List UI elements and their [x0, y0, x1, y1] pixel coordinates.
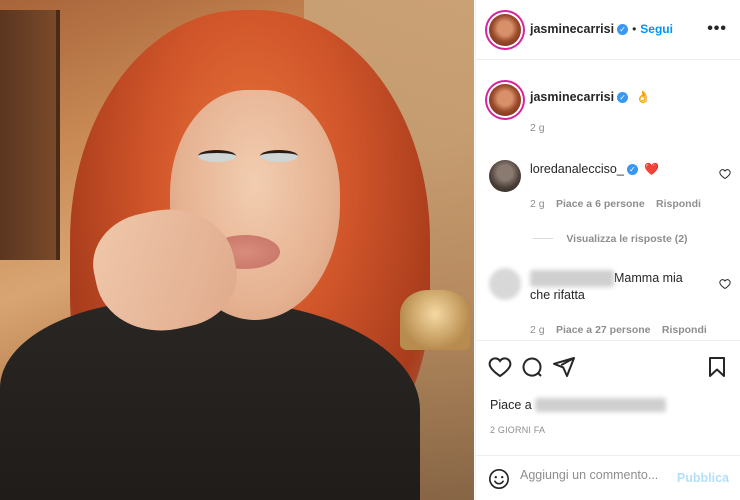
- replies-divider: [533, 238, 553, 240]
- commenter-avatar[interactable]: [489, 160, 521, 192]
- reply-button[interactable]: Rispondi: [656, 198, 701, 210]
- caption-time: 2 g: [530, 122, 545, 134]
- likes-summary: Piace a xxxxxxxxxxxxxxxxxxxxx: [490, 398, 667, 412]
- author-avatar[interactable]: [489, 14, 521, 46]
- comment-likes[interactable]: Piace a 27 persone: [556, 324, 651, 336]
- comment-item: xxxxxxxxxxxxxxMamma mia che rifatta 2 g …: [476, 262, 740, 340]
- separator-dot: •: [632, 22, 637, 36]
- caption: jasminecarrisi ✓ 👌 2 g: [476, 78, 740, 138]
- post-timestamp: 2 GIORNI FA: [490, 425, 546, 435]
- photo-right-eye: [260, 150, 298, 162]
- author-username[interactable]: jasminecarrisi: [530, 22, 614, 36]
- comment-time: 2 g: [530, 324, 545, 336]
- comment-meta: 2 g Piace a 27 persone Rispondi: [530, 322, 707, 336]
- post-actions: Piace a xxxxxxxxxxxxxxxxxxxxx 2 GIORNI F…: [476, 340, 740, 435]
- caption-text: 👌: [635, 90, 651, 104]
- like-heart-icon[interactable]: [488, 355, 512, 379]
- caption-line: jasminecarrisi ✓ 👌: [530, 90, 650, 104]
- like-comment-heart-icon[interactable]: [719, 278, 731, 290]
- comment-line: loredanalecciso_ ✓ ❤️: [530, 162, 659, 176]
- follow-button[interactable]: Segui: [640, 22, 673, 36]
- verified-icon: ✓: [617, 92, 629, 104]
- view-replies[interactable]: Visualizza le risposte (2): [533, 231, 688, 245]
- comment-composer: Pubblica: [476, 455, 740, 500]
- post-photo[interactable]: [0, 0, 474, 500]
- likes-prefix: Piace a: [490, 398, 532, 412]
- comment-line: xxxxxxxxxxxxxxMamma mia che rifatta: [530, 270, 700, 304]
- like-comment-heart-icon[interactable]: [719, 168, 731, 180]
- comment-likes[interactable]: Piace a 6 persone: [556, 198, 645, 210]
- comment-bubble-icon[interactable]: [520, 355, 544, 379]
- caption-avatar[interactable]: [489, 84, 521, 116]
- post-header: jasminecarrisi ✓ • Segui •••: [476, 0, 740, 60]
- likers-blurred[interactable]: xxxxxxxxxxxxxxxxxxxxx: [535, 398, 667, 412]
- comment-username-blurred[interactable]: xxxxxxxxxxxxxx: [530, 270, 614, 287]
- verified-icon: ✓: [626, 164, 638, 176]
- reply-button[interactable]: Rispondi: [662, 324, 707, 336]
- photo-left-eye: [198, 150, 236, 162]
- commenter-avatar[interactable]: [489, 268, 521, 300]
- save-bookmark-icon[interactable]: [705, 355, 729, 379]
- verified-icon: ✓: [617, 24, 629, 36]
- share-paper-plane-icon[interactable]: [552, 355, 576, 379]
- photo-lamp: [400, 290, 470, 350]
- comment-input[interactable]: [520, 468, 680, 482]
- comment-item: loredanalecciso_ ✓ ❤️ 2 g Piace a 6 perso…: [476, 156, 740, 251]
- view-replies-label[interactable]: Visualizza le risposte (2): [566, 233, 687, 245]
- author-line: jasminecarrisi ✓ • Segui: [530, 22, 673, 36]
- comment-time: 2 g: [530, 198, 545, 210]
- publish-button[interactable]: Pubblica: [677, 471, 729, 485]
- comment-username[interactable]: loredanalecciso_: [530, 162, 624, 176]
- more-options-icon[interactable]: •••: [707, 20, 727, 38]
- caption-username[interactable]: jasminecarrisi: [530, 90, 614, 104]
- emoji-icon[interactable]: [488, 468, 510, 490]
- comment-meta: 2 g Piace a 6 persone Rispondi: [530, 196, 701, 210]
- comment-text: ❤️: [644, 162, 660, 176]
- photo-door: [0, 10, 60, 260]
- post-side-panel: jasminecarrisi ✓ • Segui ••• jasminecarrisi…: [475, 0, 740, 500]
